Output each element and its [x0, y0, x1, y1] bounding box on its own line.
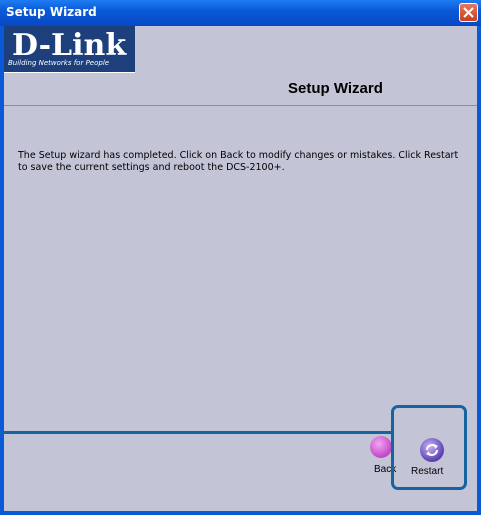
logo-text: D-Link [12, 28, 127, 63]
title-bar[interactable]: Setup Wizard [0, 0, 481, 26]
logo-divider [4, 72, 135, 73]
back-arrow-icon [370, 436, 392, 458]
wizard-header: D-Link Building Networks for People Setu… [4, 26, 477, 106]
callout-highlight-frame [391, 405, 467, 490]
callout-pointer-line [0, 431, 392, 434]
window-title: Setup Wizard [6, 5, 97, 19]
logo-tagline: Building Networks for People [8, 59, 110, 67]
back-button[interactable]: Back [366, 436, 396, 492]
completion-message: The Setup wizard has completed. Click on… [18, 150, 459, 173]
close-button[interactable] [459, 3, 478, 22]
close-icon [463, 7, 474, 18]
page-title: Setup Wizard [288, 80, 383, 97]
dlink-logo: D-Link Building Networks for People [4, 26, 135, 72]
